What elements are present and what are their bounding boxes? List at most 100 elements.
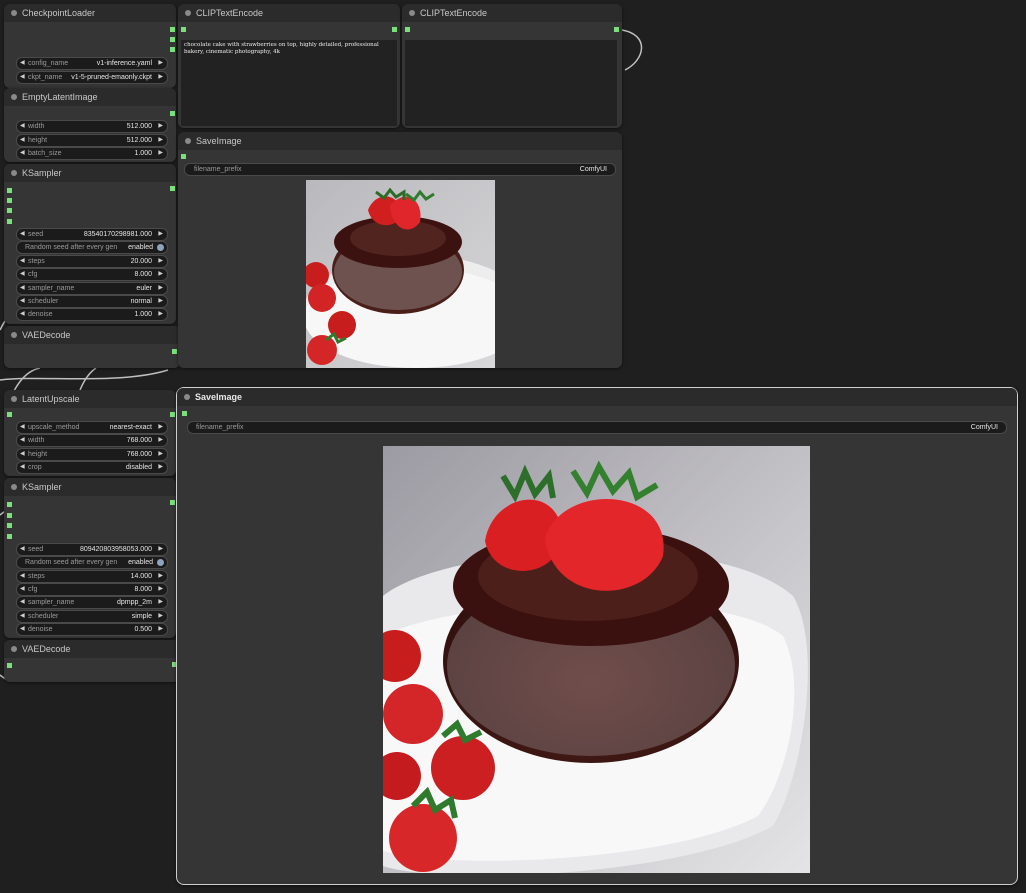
number-height[interactable]: ◀ height 512.000 ▶ bbox=[16, 134, 168, 147]
output-port-latent[interactable] bbox=[170, 111, 175, 116]
combo-upscale-method[interactable]: ◀ upscale_method nearest-exact ▶ bbox=[16, 421, 168, 434]
arrow-right-icon[interactable]: ▶ bbox=[158, 597, 163, 608]
arrow-left-icon[interactable]: ◀ bbox=[20, 309, 25, 320]
node-title[interactable]: VAEDecode bbox=[4, 326, 180, 344]
arrow-left-icon[interactable]: ◀ bbox=[20, 584, 25, 595]
toggle-random-seed[interactable]: Random seed after every gen enabled bbox=[16, 241, 168, 254]
toggle-knob-icon[interactable] bbox=[157, 244, 164, 251]
arrow-left-icon[interactable]: ◀ bbox=[20, 544, 25, 555]
input-port-samples[interactable] bbox=[7, 412, 12, 417]
input-port-clip[interactable] bbox=[405, 27, 410, 32]
arrow-left-icon[interactable]: ◀ bbox=[20, 256, 25, 267]
number-height[interactable]: ◀ height 768.000 ▶ bbox=[16, 448, 168, 461]
number-seed[interactable]: ◀ seed 83540170298981.000 ▶ bbox=[16, 228, 168, 241]
combo-ckpt-name[interactable]: ◀ ckpt_name v1-5-pruned-emaonly.ckpt ▶ bbox=[16, 71, 168, 84]
arrow-right-icon[interactable]: ▶ bbox=[158, 624, 163, 635]
input-port-model[interactable] bbox=[7, 188, 12, 193]
number-seed[interactable]: ◀ seed 809420803958053.000 ▶ bbox=[16, 543, 168, 556]
arrow-right-icon[interactable]: ▶ bbox=[158, 121, 163, 132]
node-checkpoint-loader[interactable]: CheckpointLoader ◀ config_name v1-inferenc… bbox=[4, 4, 176, 88]
node-save-image-selected[interactable]: SaveImage filename_prefix ComfyUI bbox=[176, 387, 1018, 885]
output-port-latent[interactable] bbox=[170, 412, 175, 417]
node-vae-decode[interactable]: VAEDecode bbox=[4, 326, 180, 368]
node-title[interactable]: VAEDecode bbox=[4, 640, 180, 658]
arrow-right-icon[interactable]: ▶ bbox=[158, 611, 163, 622]
arrow-right-icon[interactable]: ▶ bbox=[158, 309, 163, 320]
node-title[interactable]: EmptyLatentImage bbox=[4, 88, 176, 106]
combo-config-name[interactable]: ◀ config_name v1-inference.yaml ▶ bbox=[16, 57, 168, 70]
number-width[interactable]: ◀ width 768.000 ▶ bbox=[16, 434, 168, 447]
toggle-knob-icon[interactable] bbox=[157, 559, 164, 566]
combo-scheduler[interactable]: ◀ scheduler simple ▶ bbox=[16, 610, 168, 623]
collapse-dot-icon[interactable] bbox=[11, 484, 17, 490]
number-steps[interactable]: ◀ steps 20.000 ▶ bbox=[16, 255, 168, 268]
arrow-left-icon[interactable]: ◀ bbox=[20, 135, 25, 146]
node-title[interactable]: KSampler bbox=[4, 478, 176, 496]
arrow-left-icon[interactable]: ◀ bbox=[20, 435, 25, 446]
arrow-right-icon[interactable]: ▶ bbox=[158, 571, 163, 582]
arrow-left-icon[interactable]: ◀ bbox=[20, 449, 25, 460]
collapse-dot-icon[interactable] bbox=[11, 396, 17, 402]
arrow-left-icon[interactable]: ◀ bbox=[20, 72, 25, 83]
node-save-image[interactable]: SaveImage filename_prefix ComfyUI bbox=[178, 132, 622, 368]
output-port-clip[interactable] bbox=[170, 37, 175, 42]
output-port-model[interactable] bbox=[170, 27, 175, 32]
arrow-right-icon[interactable]: ▶ bbox=[158, 72, 163, 83]
arrow-left-icon[interactable]: ◀ bbox=[20, 296, 25, 307]
input-port-clip[interactable] bbox=[181, 27, 186, 32]
collapse-dot-icon[interactable] bbox=[185, 10, 191, 16]
number-denoise[interactable]: ◀ denoise 0.500 ▶ bbox=[16, 623, 168, 636]
number-denoise[interactable]: ◀ denoise 1.000 ▶ bbox=[16, 308, 168, 321]
node-ksampler[interactable]: KSampler ◀ seed 83540170298981.000 ▶ Random… bbox=[4, 164, 176, 324]
node-title[interactable]: SaveImage bbox=[177, 388, 1017, 406]
output-port-image[interactable] bbox=[172, 349, 177, 354]
node-title[interactable]: LatentUpscale bbox=[4, 390, 176, 408]
arrow-right-icon[interactable]: ▶ bbox=[158, 422, 163, 433]
text-filename-prefix[interactable]: filename_prefix ComfyUI bbox=[187, 421, 1007, 434]
combo-scheduler[interactable]: ◀ scheduler normal ▶ bbox=[16, 295, 168, 308]
input-port-negative[interactable] bbox=[7, 208, 12, 213]
arrow-right-icon[interactable]: ▶ bbox=[158, 435, 163, 446]
number-cfg[interactable]: ◀ cfg 8.000 ▶ bbox=[16, 583, 168, 596]
arrow-left-icon[interactable]: ◀ bbox=[20, 571, 25, 582]
output-port-vae[interactable] bbox=[170, 47, 175, 52]
arrow-right-icon[interactable]: ▶ bbox=[158, 462, 163, 473]
arrow-left-icon[interactable]: ◀ bbox=[20, 229, 25, 240]
arrow-left-icon[interactable]: ◀ bbox=[20, 269, 25, 280]
prompt-textarea[interactable]: chocolate cake with strawberries on top,… bbox=[181, 40, 397, 126]
input-port-positive[interactable] bbox=[7, 513, 12, 518]
arrow-right-icon[interactable]: ▶ bbox=[158, 544, 163, 555]
input-port-images[interactable] bbox=[181, 154, 186, 159]
output-port-latent[interactable] bbox=[170, 500, 175, 505]
collapse-dot-icon[interactable] bbox=[11, 332, 17, 338]
arrow-left-icon[interactable]: ◀ bbox=[20, 58, 25, 69]
combo-crop[interactable]: ◀ crop disabled ▶ bbox=[16, 461, 168, 474]
input-port-latent[interactable] bbox=[7, 534, 12, 539]
input-port-latent[interactable] bbox=[7, 219, 12, 224]
output-port-conditioning[interactable] bbox=[392, 27, 397, 32]
number-width[interactable]: ◀ width 512.000 ▶ bbox=[16, 120, 168, 133]
node-title[interactable]: CLIPTextEncode bbox=[402, 4, 622, 22]
node-title[interactable]: SaveImage bbox=[178, 132, 622, 150]
node-empty-latent-image[interactable]: EmptyLatentImage ◀ width 512.000 ▶ ◀ height 5… bbox=[4, 88, 176, 162]
input-port-images[interactable] bbox=[182, 411, 187, 416]
arrow-left-icon[interactable]: ◀ bbox=[20, 624, 25, 635]
arrow-right-icon[interactable]: ▶ bbox=[158, 58, 163, 69]
node-clip-text-encode-negative[interactable]: CLIPTextEncode bbox=[402, 4, 622, 128]
node-latent-upscale[interactable]: LatentUpscale ◀ upscale_method nearest-exa… bbox=[4, 390, 176, 476]
arrow-right-icon[interactable]: ▶ bbox=[158, 283, 163, 294]
input-port-model[interactable] bbox=[7, 502, 12, 507]
number-batch-size[interactable]: ◀ batch_size 1.000 ▶ bbox=[16, 147, 168, 160]
output-port-conditioning[interactable] bbox=[614, 27, 619, 32]
arrow-left-icon[interactable]: ◀ bbox=[20, 121, 25, 132]
arrow-right-icon[interactable]: ▶ bbox=[158, 229, 163, 240]
arrow-right-icon[interactable]: ▶ bbox=[158, 148, 163, 159]
combo-sampler-name[interactable]: ◀ sampler_name euler ▶ bbox=[16, 282, 168, 295]
node-ksampler[interactable]: KSampler ◀ seed 809420803958053.000 ▶ Rando… bbox=[4, 478, 176, 638]
text-filename-prefix[interactable]: filename_prefix ComfyUI bbox=[184, 163, 616, 176]
collapse-dot-icon[interactable] bbox=[184, 394, 190, 400]
arrow-right-icon[interactable]: ▶ bbox=[158, 135, 163, 146]
collapse-dot-icon[interactable] bbox=[409, 10, 415, 16]
toggle-random-seed[interactable]: Random seed after every gen enabled bbox=[16, 556, 168, 569]
prompt-textarea[interactable] bbox=[405, 40, 617, 126]
